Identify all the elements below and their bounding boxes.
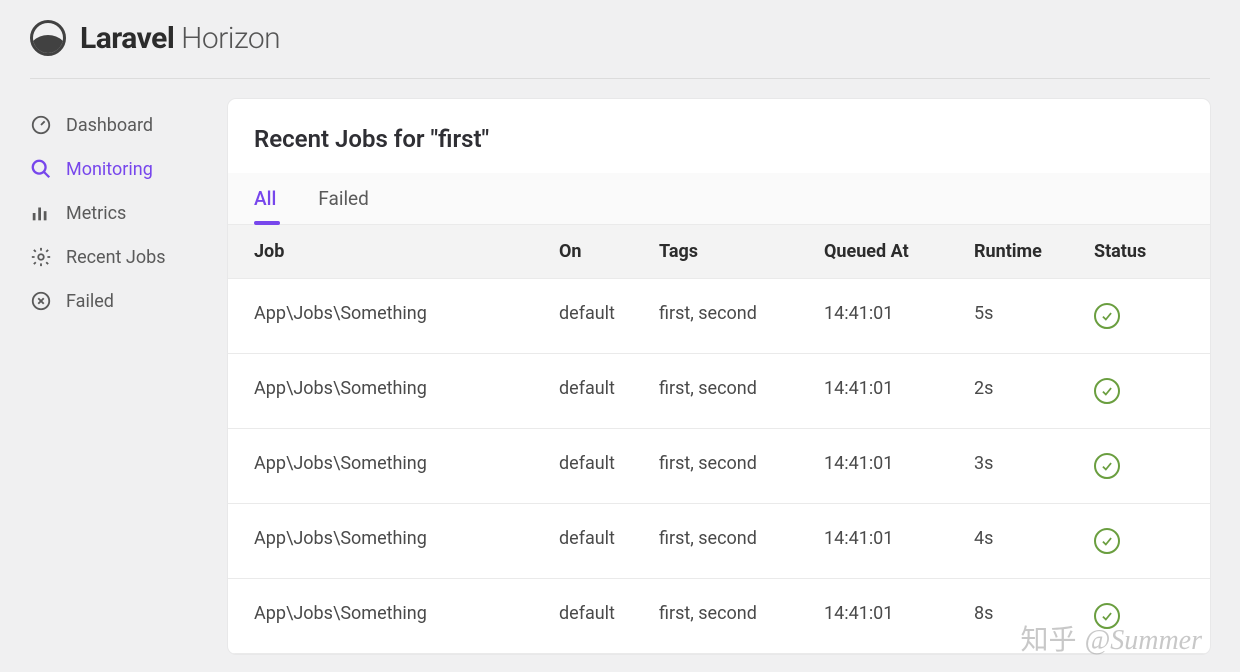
table-row[interactable]: App\Jobs\Somethingdefaultfirst, second14…: [228, 279, 1210, 354]
cell-on: default: [559, 528, 659, 554]
cell-tags: first, second: [659, 603, 824, 629]
col-header-tags: Tags: [659, 241, 824, 262]
cell-tags: first, second: [659, 453, 824, 479]
cell-status: [1094, 603, 1184, 629]
tab-failed[interactable]: Failed: [318, 173, 369, 224]
cell-status: [1094, 303, 1184, 329]
check-circle-icon: [1094, 603, 1120, 629]
tab-all[interactable]: All: [254, 173, 276, 224]
cell-on: default: [559, 378, 659, 404]
table-row[interactable]: App\Jobs\Somethingdefaultfirst, second14…: [228, 579, 1210, 654]
sidebar-item-label: Dashboard: [66, 115, 153, 136]
sidebar-item-metrics[interactable]: Metrics: [30, 191, 200, 235]
cell-tags: first, second: [659, 528, 824, 554]
cell-on: default: [559, 453, 659, 479]
cell-status: [1094, 528, 1184, 554]
app-header: Laravel Horizon: [30, 20, 1210, 79]
cell-job: App\Jobs\Something: [254, 603, 559, 629]
cell-job: App\Jobs\Something: [254, 303, 559, 329]
sidebar-item-monitoring[interactable]: Monitoring: [30, 147, 200, 191]
cell-runtime: 4s: [974, 528, 1094, 554]
col-header-queued: Queued At: [824, 241, 974, 262]
cell-queued: 14:41:01: [824, 528, 974, 554]
cell-runtime: 8s: [974, 603, 1094, 629]
col-header-on: On: [559, 241, 659, 262]
check-circle-icon: [1094, 528, 1120, 554]
gauge-icon: [30, 114, 52, 136]
cell-runtime: 2s: [974, 378, 1094, 404]
col-header-job: Job: [254, 241, 559, 262]
cell-queued: 14:41:01: [824, 303, 974, 329]
cell-job: App\Jobs\Something: [254, 528, 559, 554]
search-icon: [30, 158, 52, 180]
check-circle-icon: [1094, 378, 1120, 404]
sidebar-item-dashboard[interactable]: Dashboard: [30, 103, 200, 147]
table-header-row: Job On Tags Queued At Runtime Status: [228, 225, 1210, 279]
page-title: Recent Jobs for "first": [228, 99, 1210, 173]
cell-status: [1094, 378, 1184, 404]
main-panel: Recent Jobs for "first" All Failed Job On…: [228, 99, 1210, 654]
table-row[interactable]: App\Jobs\Somethingdefaultfirst, second14…: [228, 429, 1210, 504]
gear-icon: [30, 246, 52, 268]
cell-queued: 14:41:01: [824, 603, 974, 629]
sidebar-item-label: Failed: [66, 291, 114, 312]
sidebar: Dashboard Monitoring Metrics Recent Jobs Fai…: [30, 99, 200, 654]
cell-job: App\Jobs\Something: [254, 378, 559, 404]
sidebar-item-recent-jobs[interactable]: Recent Jobs: [30, 235, 200, 279]
logo-icon: [30, 20, 66, 56]
col-header-status: Status: [1094, 241, 1184, 262]
table-row[interactable]: App\Jobs\Somethingdefaultfirst, second14…: [228, 354, 1210, 429]
cell-runtime: 3s: [974, 453, 1094, 479]
brand-title: Laravel Horizon: [80, 21, 280, 56]
sidebar-item-label: Monitoring: [66, 159, 153, 180]
check-circle-icon: [1094, 453, 1120, 479]
cell-on: default: [559, 303, 659, 329]
bars-icon: [30, 202, 52, 224]
sidebar-item-failed[interactable]: Failed: [30, 279, 200, 323]
table-row[interactable]: App\Jobs\Somethingdefaultfirst, second14…: [228, 504, 1210, 579]
cell-status: [1094, 453, 1184, 479]
sidebar-item-label: Recent Jobs: [66, 247, 166, 268]
sidebar-item-label: Metrics: [66, 203, 126, 224]
close-circle-icon: [30, 290, 52, 312]
cell-queued: 14:41:01: [824, 453, 974, 479]
col-header-runtime: Runtime: [974, 241, 1094, 262]
cell-tags: first, second: [659, 303, 824, 329]
cell-job: App\Jobs\Something: [254, 453, 559, 479]
cell-runtime: 5s: [974, 303, 1094, 329]
cell-queued: 14:41:01: [824, 378, 974, 404]
check-circle-icon: [1094, 303, 1120, 329]
tabs: All Failed: [228, 173, 1210, 225]
cell-on: default: [559, 603, 659, 629]
cell-tags: first, second: [659, 378, 824, 404]
